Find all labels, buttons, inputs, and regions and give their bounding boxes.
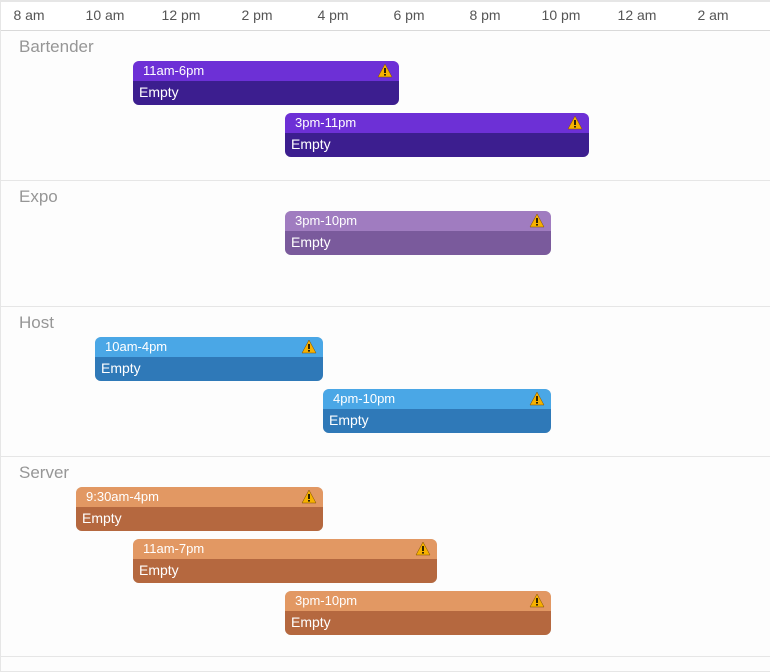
timeline-tick: 6 pm (393, 7, 424, 23)
shift-time-label: 11am-6pm (133, 61, 399, 81)
warning-icon (529, 391, 545, 407)
timeline-tick: 2 pm (241, 7, 272, 23)
shift-block[interactable]: 10am-4pmEmpty (95, 337, 323, 381)
shift-time-label: 3pm-10pm (285, 591, 551, 611)
warning-icon (301, 339, 317, 355)
warning-icon (415, 541, 431, 557)
warning-icon (529, 213, 545, 229)
shift-time-label: 3pm-11pm (285, 113, 589, 133)
role-section-server: Server9:30am-4pmEmpty11am-7pmEmpty3pm-10… (1, 457, 770, 657)
warning-icon (529, 593, 545, 609)
role-grid: 9:30am-4pmEmpty11am-7pmEmpty3pm-10pmEmpt… (1, 457, 770, 656)
shift-assignee: Empty (95, 357, 323, 381)
shift-block[interactable]: 4pm-10pmEmpty (323, 389, 551, 433)
role-grid: 10am-4pmEmpty4pm-10pmEmpty (1, 307, 770, 456)
shift-time-label: 3pm-10pm (285, 211, 551, 231)
shift-time-label: 4pm-10pm (323, 389, 551, 409)
shift-time-label: 9:30am-4pm (76, 487, 323, 507)
role-section-host: Host10am-4pmEmpty4pm-10pmEmpty (1, 307, 770, 457)
shift-assignee: Empty (76, 507, 323, 531)
role-grid: 11am-6pmEmpty3pm-11pmEmpty (1, 31, 770, 180)
timeline-tick: 8 am (13, 7, 44, 23)
shift-assignee: Empty (285, 133, 589, 157)
shift-block[interactable]: 11am-7pmEmpty (133, 539, 437, 583)
shift-time-label: 10am-4pm (95, 337, 323, 357)
role-section-expo: Expo3pm-10pmEmpty (1, 181, 770, 307)
shift-assignee: Empty (285, 611, 551, 635)
schedule-sections: Bartender11am-6pmEmpty3pm-11pmEmptyExpo3… (1, 31, 770, 657)
timeline-tick: 10 am (86, 7, 125, 23)
shift-assignee: Empty (133, 81, 399, 105)
warning-icon (377, 63, 393, 79)
timeline-tick: 10 pm (542, 7, 581, 23)
shift-assignee: Empty (323, 409, 551, 433)
timeline-tick: 8 pm (469, 7, 500, 23)
timeline-tick: 2 am (697, 7, 728, 23)
warning-icon (567, 115, 583, 131)
shift-assignee: Empty (133, 559, 437, 583)
shift-block[interactable]: 11am-6pmEmpty (133, 61, 399, 105)
timeline-tick: 12 am (618, 7, 657, 23)
role-grid: 3pm-10pmEmpty (1, 181, 770, 306)
schedule-grid: 8 am 10 am 12 pm 2 pm 4 pm 6 pm 8 pm 10 pm 12 am… (0, 0, 770, 672)
timeline-tick: 4 pm (317, 7, 348, 23)
warning-icon (301, 489, 317, 505)
shift-block[interactable]: 3pm-11pmEmpty (285, 113, 589, 157)
shift-assignee: Empty (285, 231, 551, 255)
shift-block[interactable]: 9:30am-4pmEmpty (76, 487, 323, 531)
shift-block[interactable]: 3pm-10pmEmpty (285, 591, 551, 635)
timeline-tick: 12 pm (162, 7, 201, 23)
role-section-bartender: Bartender11am-6pmEmpty3pm-11pmEmpty (1, 31, 770, 181)
shift-time-label: 11am-7pm (133, 539, 437, 559)
timeline-header: 8 am 10 am 12 pm 2 pm 4 pm 6 pm 8 pm 10 pm 12 am… (1, 1, 770, 31)
shift-block[interactable]: 3pm-10pmEmpty (285, 211, 551, 255)
